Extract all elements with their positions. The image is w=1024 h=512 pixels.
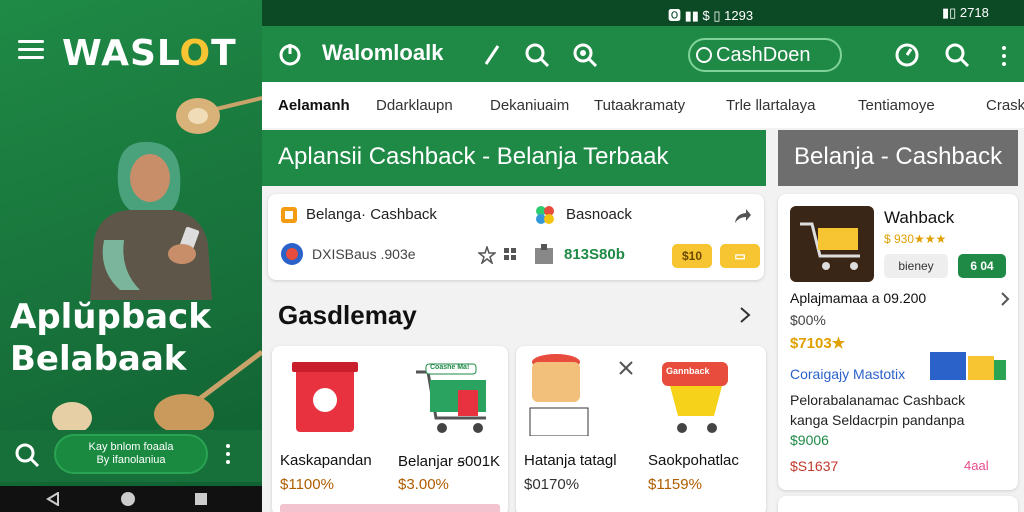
cash-icon	[696, 47, 712, 63]
star-icon[interactable]	[478, 246, 496, 264]
offer-price-red: $S1637	[790, 458, 839, 474]
chevron-right-icon[interactable]	[738, 306, 752, 324]
close-icon[interactable]	[618, 360, 634, 376]
offer-line-1b: $00%	[790, 312, 826, 328]
hero-line-1: Aplŭpback	[10, 297, 211, 337]
offer-desc-1: Pelorabalanamac Cashback	[790, 392, 966, 408]
cash-button-label: CashDoen	[716, 44, 811, 66]
brand-logo: WASLOT	[62, 33, 237, 74]
tab-3[interactable]: Tutaakramaty	[594, 97, 685, 114]
pill-line-1: Kay bnlom foaala	[88, 441, 174, 453]
product-name: Saokpohatlac	[648, 452, 739, 469]
hero-headline: Aplŭpback Belabaak	[10, 296, 211, 380]
cart-product-image	[790, 206, 874, 282]
clock-icon[interactable]	[894, 42, 920, 68]
gift-boxes-illustration	[930, 352, 1006, 380]
hero-line-2: Belabaak	[10, 339, 187, 379]
cashback-chip-1[interactable]: $10	[672, 244, 712, 268]
app-bar: Walomloalk CashDoen	[262, 26, 1024, 82]
more-options-icon[interactable]	[226, 444, 230, 468]
offer-category[interactable]: Coraigajy Mastotix	[790, 366, 905, 382]
search-icon-2[interactable]	[944, 42, 970, 68]
app-title: Walomloalk	[322, 40, 444, 65]
shopping-cart-illustration	[416, 363, 486, 433]
woman-with-phone-illustration	[90, 141, 212, 300]
next-card[interactable]	[778, 496, 1018, 512]
product-price: $1159%	[648, 476, 702, 493]
grid-icon	[504, 248, 516, 260]
product-name: Kaskapandan	[280, 452, 372, 469]
search-icon[interactable]	[524, 42, 550, 68]
back-nav-icon[interactable]	[46, 492, 60, 506]
promo-strip	[280, 504, 500, 512]
offer-chip-a[interactable]: bieney	[884, 254, 948, 278]
product-price: $1100%	[280, 476, 334, 493]
pinwheel-icon	[536, 206, 554, 224]
promo-panel: WASLOT Aplŭpback Belabaak Kay bnlom foaa…	[0, 0, 262, 512]
app-screen: 🅾 ▮▮ $ ▯ 1293 ▮▯ 2718 Walomloalk CashDoe…	[262, 0, 1024, 512]
side-offer-card[interactable]: Wahback $ 930★★★ bieney 6 04 Aplajmamaa …	[778, 194, 1018, 490]
product-price: $3.00%	[398, 476, 449, 493]
share-icon[interactable]	[732, 206, 752, 226]
product-name: Hatanja tatagl	[524, 452, 617, 469]
bag-icon	[535, 244, 553, 264]
status-right: ▮▯ 2718	[942, 5, 989, 20]
trash-bin-illustration	[292, 362, 358, 432]
cashback-summary-card[interactable]: Belanga· Cashback Basnoack DXISBaus .903…	[268, 194, 764, 280]
status-bar: 🅾 ▮▮ $ ▯ 1293 ▮▯ 2718	[262, 0, 1024, 26]
search-icon[interactable]	[14, 442, 40, 468]
tab-0[interactable]: Aelamanh	[278, 97, 350, 114]
wallet-icon	[281, 207, 297, 223]
sticker-label: Coashe Ma!	[430, 364, 470, 371]
menu-icon[interactable]	[18, 40, 44, 64]
category-tabs: Aelamanh Ddarklaupn Dekaniuaim Tutaakram…	[262, 82, 1024, 128]
offer-title: Wahback	[884, 208, 955, 227]
coin-icon	[281, 243, 303, 265]
summary-label-1: Belanga· Cashback	[306, 206, 437, 223]
product-price: $0170%	[524, 476, 580, 493]
product-name: Belanjar ꞩ001K	[398, 453, 501, 470]
cashback-chip-2[interactable]: ▭	[720, 244, 760, 268]
offer-price-green: $9006	[790, 432, 829, 448]
recents-nav-icon[interactable]	[194, 492, 208, 506]
offer-chip-b[interactable]: 6 04	[958, 254, 1006, 278]
sticker-label: Gannback	[666, 366, 710, 376]
summary-value-1: DXISBaus .903e	[312, 246, 416, 262]
summary-value-2: 813S80b	[564, 246, 625, 263]
side-banner[interactable]: Belanja - Cashback	[778, 130, 1018, 186]
offer-desc-2: kanga Seldacrpin pandanpa	[790, 412, 965, 428]
promo-pill-button[interactable]: Kay bnlom foaala By ifanolaniua	[54, 434, 208, 474]
offer-line-1: Aplajmamaa a 09.200	[790, 290, 927, 306]
power-icon[interactable]	[278, 42, 302, 66]
tab-6[interactable]: Crask	[986, 97, 1024, 114]
system-nav-bar	[0, 486, 262, 512]
main-banner[interactable]: Aplansii Cashback - Belanja Terbaak	[262, 130, 766, 186]
more-options-icon[interactable]	[1002, 46, 1006, 70]
cash-button[interactable]: CashDoen	[688, 38, 842, 72]
offer-rating: $ 930★★★	[884, 232, 947, 246]
home-nav-icon[interactable]	[120, 492, 136, 508]
pill-line-2: By ifanolaniua	[96, 454, 166, 466]
section-title: Gasdlemay	[278, 300, 417, 330]
tab-4[interactable]: Trle llartalaya	[726, 97, 815, 114]
product-card[interactable]: Coashe Ma! Kaskapandan $1100%	[272, 346, 508, 512]
search-settings-icon[interactable]	[572, 42, 598, 68]
chevron-right-icon[interactable]	[1000, 292, 1010, 306]
edit-icon[interactable]	[482, 42, 502, 66]
summary-label-2: Basnoack	[566, 206, 632, 223]
food-bowl-illustration	[529, 354, 589, 436]
product-card[interactable]: Gannback Hatanja tatagl $0170% Saokpohat…	[516, 346, 766, 512]
tab-1[interactable]: Ddarklaupn	[376, 97, 453, 114]
tab-5[interactable]: Tentiamoye	[858, 97, 935, 114]
offer-more-link[interactable]: 4aal	[964, 458, 989, 473]
offer-line-2: $7103★	[790, 335, 846, 352]
tab-2[interactable]: Dekaniuaim	[490, 97, 569, 114]
status-left: 🅾 ▮▮ $ ▯ 1293	[668, 8, 754, 23]
